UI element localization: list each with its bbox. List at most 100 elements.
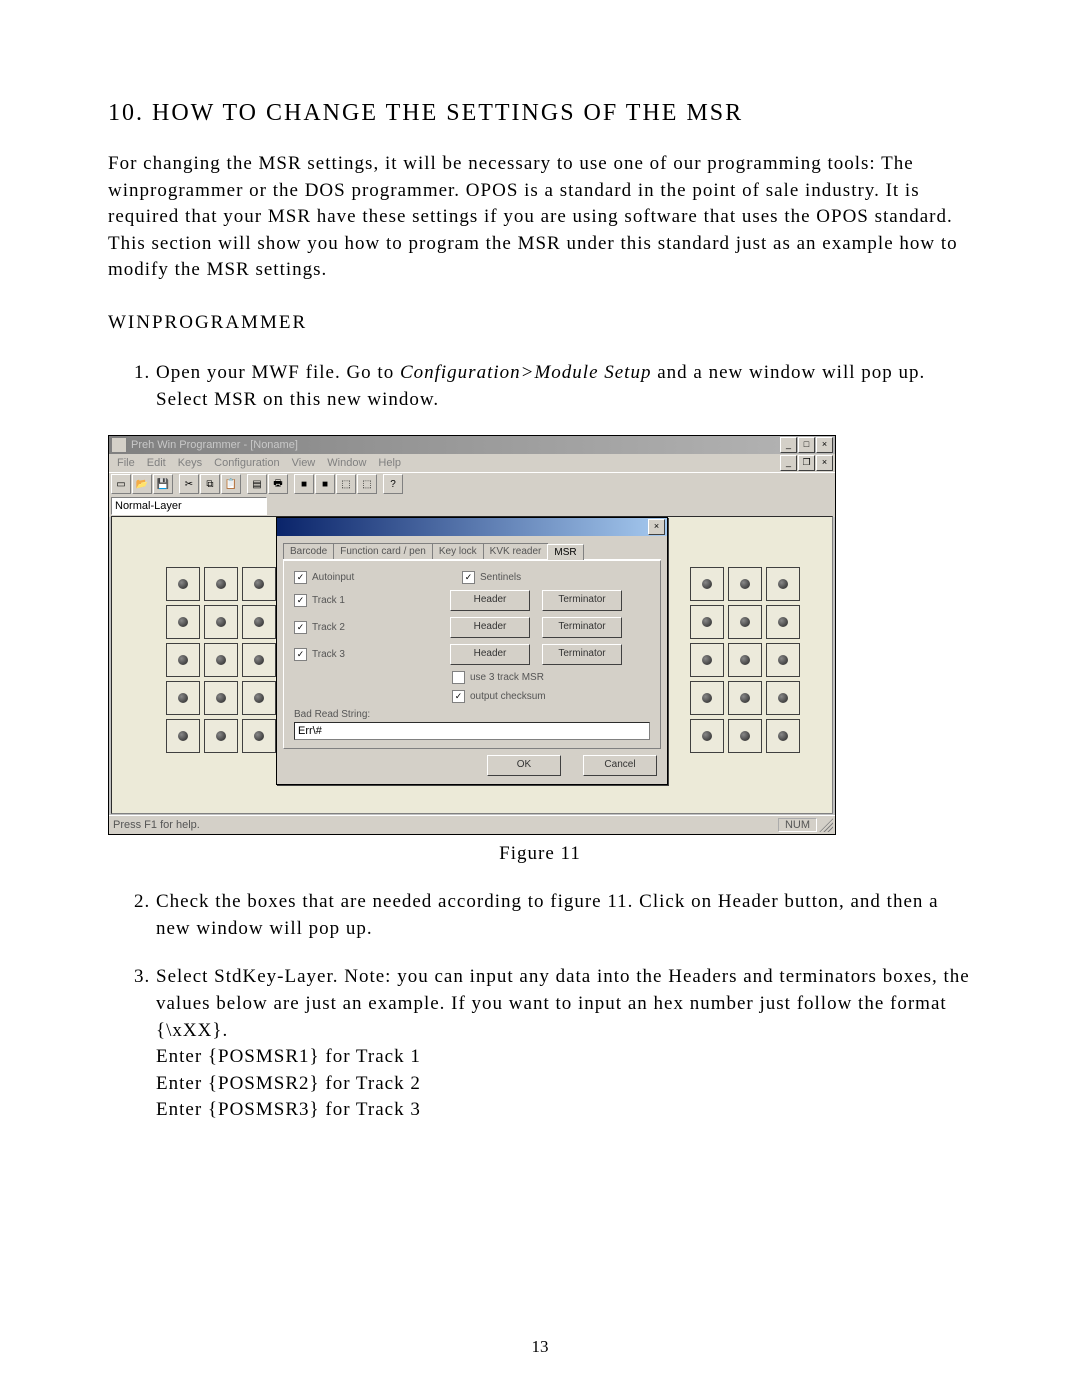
toolbar-open-icon[interactable]: 📂 — [132, 474, 152, 494]
key[interactable] — [690, 643, 724, 677]
cancel-button[interactable]: Cancel — [583, 755, 657, 776]
toolbar-print-icon[interactable]: 🖶 — [268, 474, 288, 494]
subheading: WINPROGRAMMER — [108, 312, 972, 334]
track1-checkbox[interactable]: ✓ — [294, 594, 307, 607]
track2-terminator-button[interactable]: Terminator — [542, 617, 622, 638]
track1-terminator-button[interactable]: Terminator — [542, 590, 622, 611]
key[interactable] — [766, 643, 800, 677]
dialog-close-button[interactable]: × — [648, 519, 665, 535]
key[interactable] — [690, 681, 724, 715]
key[interactable] — [728, 643, 762, 677]
toolbar-copy-icon[interactable]: ⧉ — [200, 474, 220, 494]
app-icon — [111, 437, 127, 453]
key[interactable] — [166, 719, 200, 753]
menu-file[interactable]: File — [111, 457, 141, 469]
toolbar-new-icon[interactable]: ▭ — [111, 474, 131, 494]
app-window: Preh Win Programmer - [Noname] _ □ × Fil… — [108, 435, 836, 835]
key[interactable] — [766, 605, 800, 639]
menu-configuration[interactable]: Configuration — [208, 457, 285, 469]
key[interactable] — [166, 643, 200, 677]
close-button[interactable]: × — [816, 437, 833, 453]
track3-checkbox[interactable]: ✓ — [294, 648, 307, 661]
msr-tab-panel: ✓ Autoinput ✓ Sentinels ✓ Track 1 Heade — [283, 560, 661, 749]
toolbar-save-icon[interactable]: 💾 — [153, 474, 173, 494]
key[interactable] — [690, 605, 724, 639]
key[interactable] — [766, 719, 800, 753]
menu-keys[interactable]: Keys — [172, 457, 208, 469]
key[interactable] — [728, 605, 762, 639]
window-title: Preh Win Programmer - [Noname] — [131, 439, 780, 451]
workspace: × Barcode Function card / pen Key lock K… — [111, 516, 833, 814]
key[interactable] — [242, 719, 276, 753]
toolbar-btn-9[interactable]: ■ — [294, 474, 314, 494]
key[interactable] — [166, 681, 200, 715]
key[interactable] — [690, 567, 724, 601]
tab-key-lock[interactable]: Key lock — [432, 543, 484, 559]
key[interactable] — [728, 681, 762, 715]
key[interactable] — [204, 719, 238, 753]
sentinels-checkbox[interactable]: ✓ — [462, 571, 475, 584]
toolbar-cut-icon[interactable]: ✂ — [179, 474, 199, 494]
mdi-minimize-button[interactable]: _ — [780, 455, 797, 471]
step3-line1: Enter {POSMSR1} for Track 1 — [156, 1046, 421, 1067]
key[interactable] — [728, 567, 762, 601]
menu-view[interactable]: View — [286, 457, 322, 469]
resize-grip-icon[interactable] — [819, 818, 833, 832]
track2-checkbox[interactable]: ✓ — [294, 621, 307, 634]
track3-header-button[interactable]: Header — [450, 644, 530, 665]
minimize-button[interactable]: _ — [780, 437, 797, 453]
key[interactable] — [242, 567, 276, 601]
mdi-restore-button[interactable]: ❐ — [798, 455, 815, 471]
keyboard-grid-left — [166, 567, 276, 753]
track1-label: Track 1 — [312, 595, 402, 606]
sentinels-label: Sentinels — [480, 572, 521, 583]
tab-kvk-reader[interactable]: KVK reader — [483, 543, 549, 559]
layer-input[interactable] — [111, 497, 267, 515]
key[interactable] — [166, 567, 200, 601]
tab-msr[interactable]: MSR — [547, 544, 583, 560]
toolbar-help-icon[interactable]: ? — [383, 474, 403, 494]
bad-read-input[interactable] — [294, 722, 650, 740]
toolbar-paste-icon[interactable]: 📋 — [221, 474, 241, 494]
key[interactable] — [242, 643, 276, 677]
autoinput-label: Autoinput — [312, 572, 402, 583]
key[interactable] — [204, 567, 238, 601]
ok-button[interactable]: OK — [487, 755, 561, 776]
track2-header-button[interactable]: Header — [450, 617, 530, 638]
tab-function-card[interactable]: Function card / pen — [333, 543, 433, 559]
step1-emphasis: Configuration>Module Setup — [400, 362, 652, 383]
maximize-button[interactable]: □ — [798, 437, 815, 453]
track1-header-button[interactable]: Header — [450, 590, 530, 611]
menu-bar: File Edit Keys Configuration View Window… — [109, 454, 835, 472]
key[interactable] — [766, 567, 800, 601]
key[interactable] — [166, 605, 200, 639]
track3-terminator-button[interactable]: Terminator — [542, 644, 622, 665]
key[interactable] — [204, 681, 238, 715]
output-checksum-checkbox[interactable]: ✓ — [452, 690, 465, 703]
toolbar-btn-7[interactable]: ▤ — [247, 474, 267, 494]
toolbar-btn-12[interactable]: ⬚ — [357, 474, 377, 494]
key[interactable] — [690, 719, 724, 753]
menu-help[interactable]: Help — [372, 457, 407, 469]
key[interactable] — [204, 643, 238, 677]
menu-window[interactable]: Window — [321, 457, 372, 469]
status-num: NUM — [778, 818, 817, 832]
toolbar-btn-11[interactable]: ⬚ — [336, 474, 356, 494]
step-1: Open your MWF file. Go to Configuration>… — [156, 360, 972, 413]
menu-edit[interactable]: Edit — [141, 457, 172, 469]
autoinput-checkbox[interactable]: ✓ — [294, 571, 307, 584]
mdi-close-button[interactable]: × — [816, 455, 833, 471]
intro-paragraph: For changing the MSR settings, it will b… — [108, 151, 972, 284]
section-heading: 10. HOW TO CHANGE THE SETTINGS OF THE MS… — [108, 100, 972, 127]
key[interactable] — [242, 605, 276, 639]
tab-barcode[interactable]: Barcode — [283, 543, 334, 559]
mdi-controls: _ ❐ × — [780, 455, 835, 471]
use-3-track-checkbox[interactable] — [452, 671, 465, 684]
module-setup-dialog: × Barcode Function card / pen Key lock K… — [276, 517, 668, 785]
key[interactable] — [242, 681, 276, 715]
dialog-title-bar: × — [277, 518, 667, 536]
key[interactable] — [728, 719, 762, 753]
key[interactable] — [204, 605, 238, 639]
key[interactable] — [766, 681, 800, 715]
toolbar-btn-10[interactable]: ■ — [315, 474, 335, 494]
